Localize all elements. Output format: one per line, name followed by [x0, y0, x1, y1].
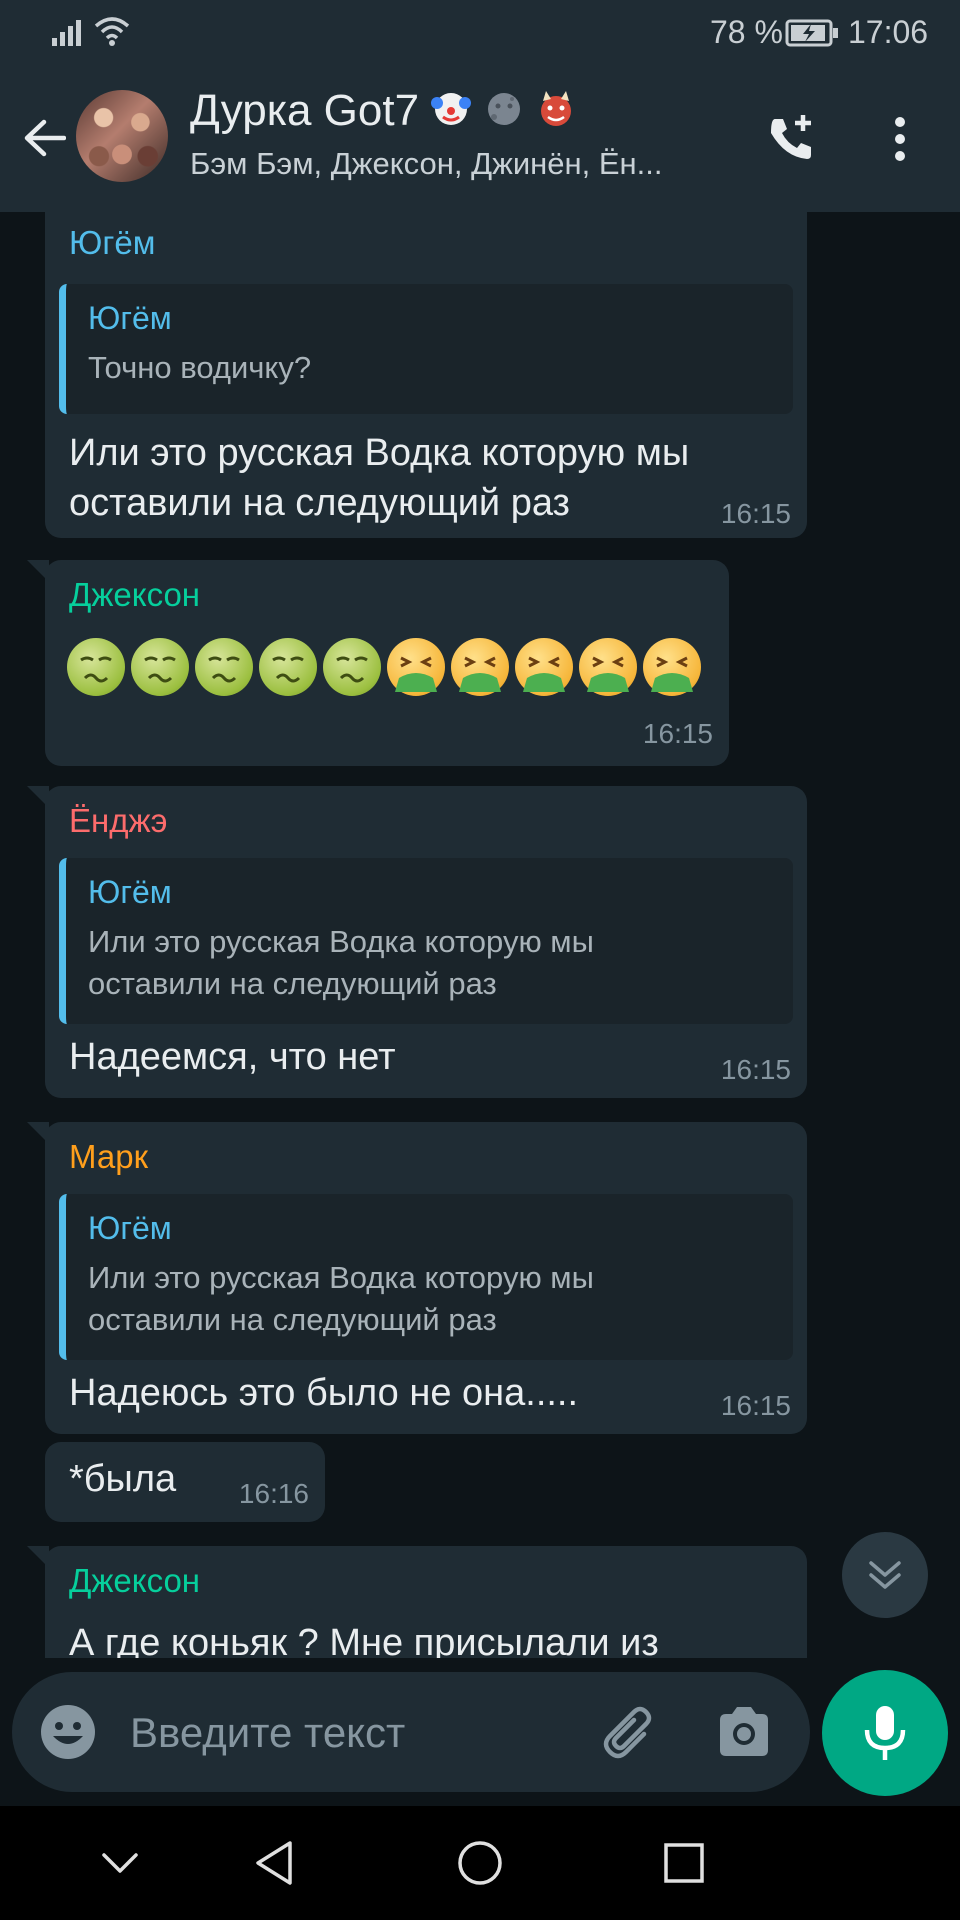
nauseated-face-emoji — [131, 638, 189, 696]
vomiting-face-emoji — [387, 638, 445, 696]
nav-hide-keyboard-button[interactable] — [80, 1828, 160, 1898]
message-input[interactable] — [128, 1692, 472, 1774]
message-bubble[interactable]: Югём Югём Точно водичку? Или это русская… — [45, 212, 807, 538]
ogre-emoji — [540, 91, 571, 126]
wifi-icon — [94, 17, 130, 46]
message-bubble[interactable]: *была 16:16 — [45, 1442, 325, 1522]
message-bubble[interactable]: Джексон 16:15 — [27, 560, 729, 766]
vomiting-face-emoji — [451, 638, 509, 696]
quoted-message[interactable]: Югём Или это русская Водка которую мы ос… — [59, 1194, 793, 1360]
quoted-author: Югём — [88, 874, 172, 910]
vomiting-face-emoji — [515, 638, 573, 696]
nauseated-face-emoji — [323, 638, 381, 696]
quoted-message[interactable]: Югём Точно водичку? — [59, 284, 793, 414]
quoted-author: Югём — [88, 1210, 172, 1246]
message-time: 16:15 — [642, 718, 713, 749]
arrow-left-icon — [24, 119, 66, 157]
message-text: Надеюсь это было не она..... — [69, 1372, 579, 1414]
circle-home-icon — [458, 1841, 502, 1885]
message-sender: Югём — [69, 224, 156, 261]
message-time: 16:15 — [720, 1390, 791, 1421]
message-time: 16:16 — [238, 1478, 309, 1509]
microphone-icon — [864, 1706, 906, 1760]
new-moon-face-emoji — [487, 93, 520, 125]
group-avatar[interactable] — [76, 90, 168, 182]
more-vertical-icon — [895, 117, 905, 161]
message-text: Или это русская Водка которую мы оставил… — [69, 432, 690, 524]
battery-charging-icon — [785, 19, 838, 47]
quoted-text: Или это русская Водка которую мы оставил… — [88, 1260, 594, 1337]
voice-record-button[interactable] — [822, 1670, 948, 1796]
chat-header: Дурка Got7 Бэм Бэм, Джексон, Джинён, Ён.… — [0, 64, 960, 212]
triangle-back-icon — [256, 1841, 292, 1885]
nav-home-button[interactable] — [440, 1828, 520, 1898]
message-time: 16:15 — [720, 498, 791, 529]
message-text: Надеемся, что нет — [69, 1036, 396, 1078]
battery-percent: 78 % — [710, 14, 783, 50]
phone-add-icon — [771, 115, 811, 159]
clock: 17:06 — [848, 14, 929, 50]
message-bubble[interactable]: Марк Югём Или это русская Водка которую … — [27, 1122, 807, 1434]
double-chevron-down-icon — [869, 1561, 901, 1589]
chat-members: Бэм Бэм, Джексон, Джинён, Ён... — [190, 146, 663, 181]
message-text: *была — [69, 1458, 177, 1500]
nauseated-face-emoji — [195, 638, 253, 696]
quoted-text: Точно водичку? — [88, 350, 312, 385]
message-bubble[interactable]: Ёнджэ Югём Или это русская Водка которую… — [27, 786, 807, 1098]
camera-icon[interactable] — [712, 1702, 776, 1762]
message-bubble[interactable]: Джексон А где коньяк ? Мне присылали из — [27, 1546, 807, 1658]
square-recents-icon — [664, 1843, 704, 1883]
message-sender: Марк — [69, 1138, 149, 1175]
paperclip-icon[interactable] — [598, 1702, 662, 1762]
status-bar: 78 % 17:06 — [0, 0, 960, 64]
vomiting-face-emoji — [643, 638, 701, 696]
chat-title-text: Дурка Got7 — [190, 86, 420, 135]
scroll-to-bottom-button[interactable] — [842, 1532, 928, 1618]
nav-back-button[interactable] — [234, 1828, 314, 1898]
quoted-author: Югём — [88, 300, 172, 336]
vomiting-face-emoji — [579, 638, 637, 696]
more-options-button[interactable] — [870, 104, 930, 174]
quoted-text: Или это русская Водка которую мы оставил… — [88, 924, 594, 1001]
message-sender: Джексон — [69, 576, 201, 613]
message-list[interactable]: Югём Югём Точно водичку? Или это русская… — [0, 212, 960, 1658]
message-time: 16:15 — [720, 1054, 791, 1085]
clown-emoji — [431, 93, 472, 125]
emoji-row — [67, 636, 717, 698]
message-sender: Джексон — [69, 1562, 201, 1599]
system-nav-bar — [0, 1806, 960, 1920]
emoji-icon[interactable] — [38, 1702, 98, 1762]
message-text: А где коньяк ? Мне присылали из — [69, 1622, 659, 1658]
back-button[interactable] — [14, 108, 74, 168]
signal-icon — [52, 20, 81, 46]
nauseated-face-emoji — [259, 638, 317, 696]
nauseated-face-emoji — [67, 638, 125, 696]
message-sender: Ёнджэ — [69, 802, 168, 839]
add-call-button[interactable] — [756, 104, 826, 174]
chat-title: Дурка Got7 — [190, 86, 730, 136]
compose-bar — [12, 1672, 810, 1792]
nav-recents-button[interactable] — [644, 1828, 724, 1898]
chat-info[interactable]: Дурка Got7 Бэм Бэм, Джексон, Джинён, Ён.… — [190, 86, 730, 182]
quoted-message[interactable]: Югём Или это русская Водка которую мы ос… — [59, 858, 793, 1024]
chevron-down-icon — [102, 1853, 138, 1873]
